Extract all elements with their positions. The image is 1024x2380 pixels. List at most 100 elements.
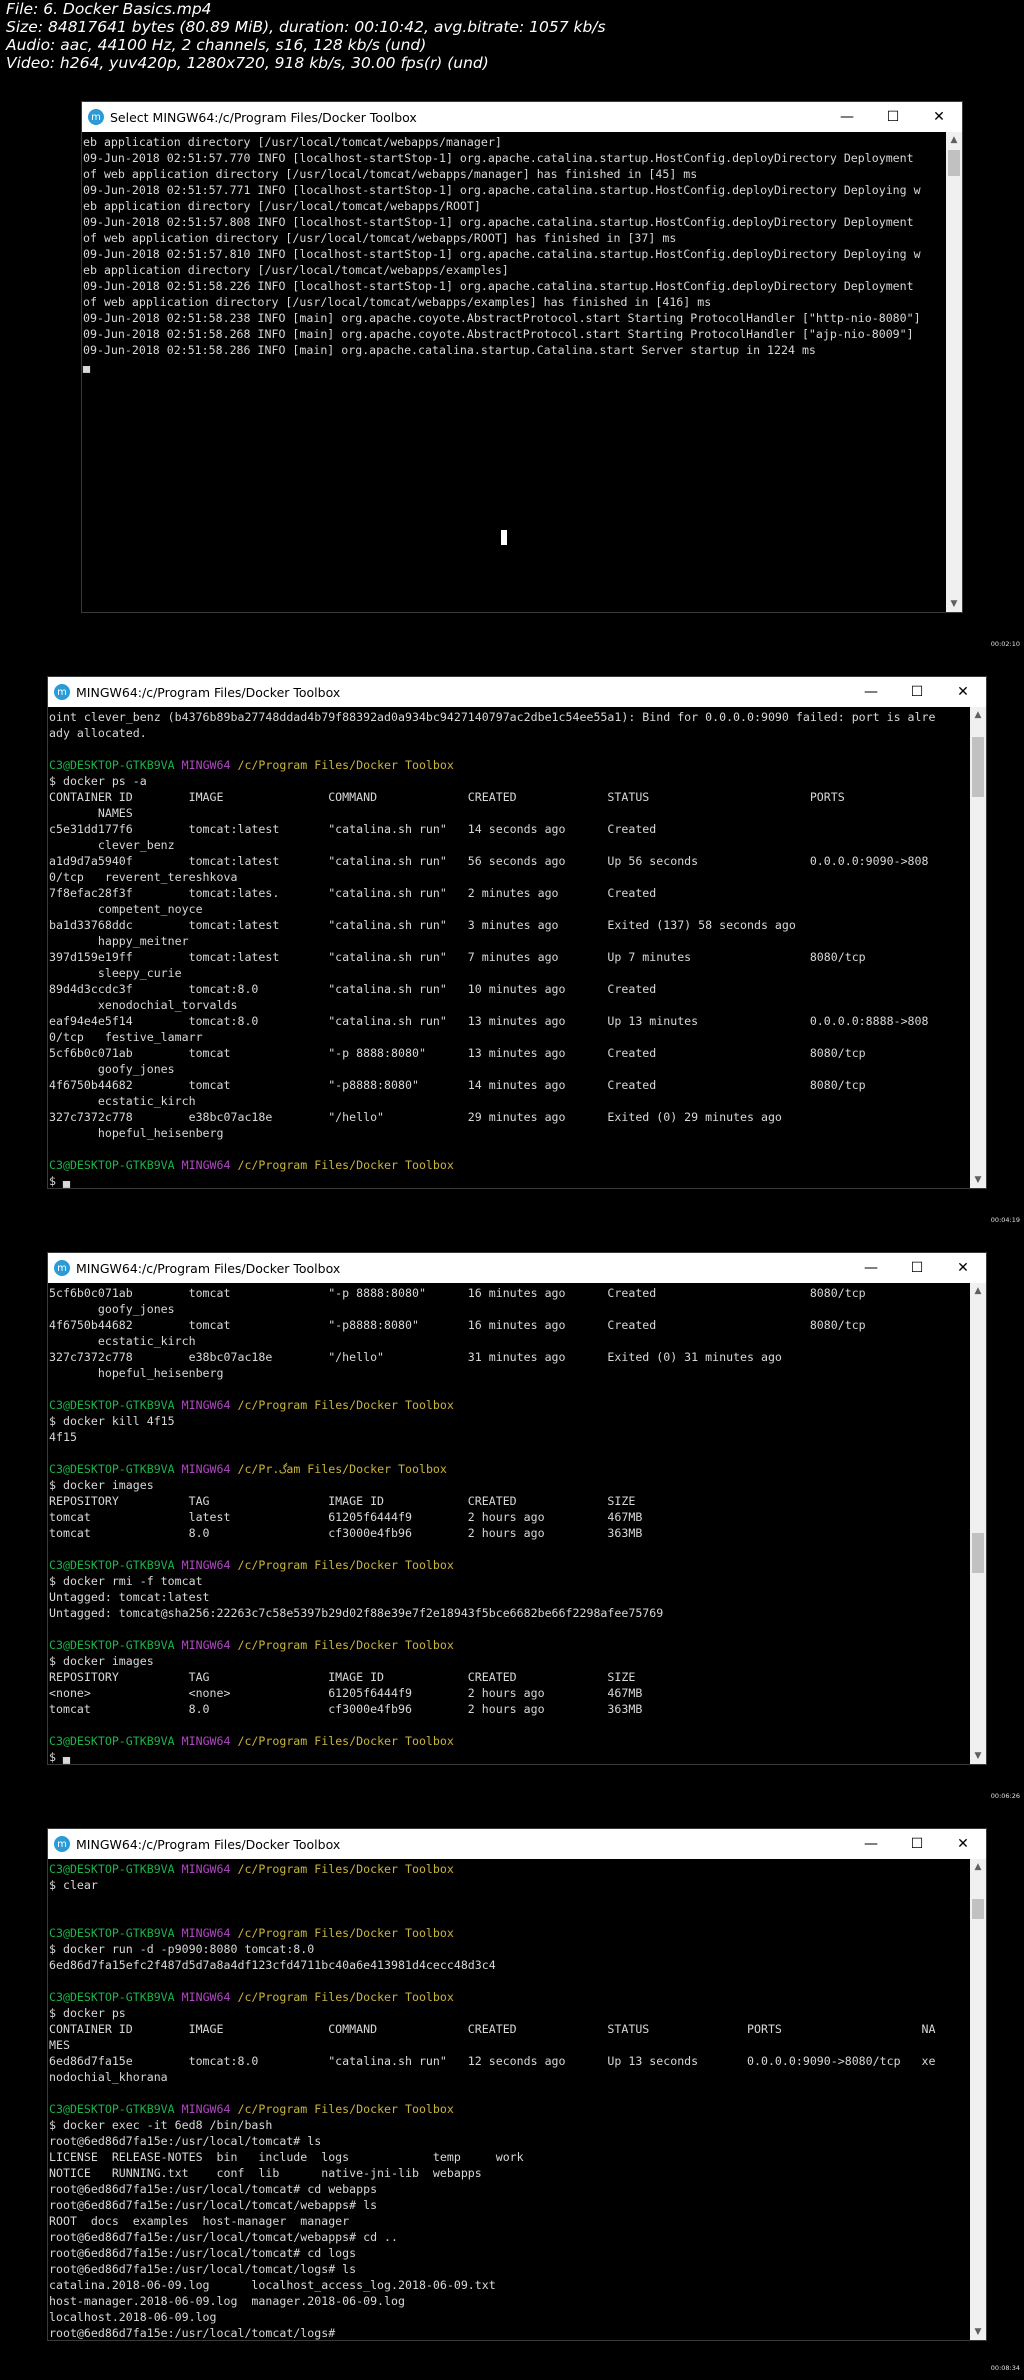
terminal-text: ROOT docs examples host-manager manager (49, 2214, 350, 2228)
terminal-line: REPOSITORY TAG IMAGE ID CREATED SIZE (48, 1669, 970, 1685)
minimize-button[interactable]: — (848, 1829, 894, 1859)
terminal-line: tomcat latest 61205f6444f9 2 hours ago 4… (48, 1509, 970, 1525)
terminal-line: 0/tcp reverent_tereshkova (48, 869, 970, 885)
terminal-line: Untagged: tomcat:latest (48, 1589, 970, 1605)
title-bar[interactable]: m Select MINGW64:/c/Program Files/Docker… (82, 102, 962, 132)
terminal-line: 09-Jun-2018 02:51:57.771 INFO [localhost… (82, 182, 946, 198)
maximize-button[interactable]: ☐ (894, 1829, 940, 1859)
terminal-text: oint clever_benz (b4376b89ba27748ddad4b7… (49, 710, 936, 724)
terminal-text: 09-Jun-2018 02:51:57.771 INFO [localhost… (83, 183, 921, 197)
prompt-user-host: C3@DESKTOP-GTKB9VA (49, 1398, 182, 1412)
terminal-text: of web application directory [/usr/local… (83, 295, 712, 309)
terminal-text: tomcat latest 61205f6444f9 2 hours ago 4… (49, 1510, 643, 1524)
terminal-text: 6ed86d7fa15e tomcat:8.0 "catalina.sh run… (49, 2054, 936, 2068)
terminal-output[interactable]: eb application directory [/usr/local/tom… (82, 134, 946, 612)
terminal-line: 89d4d3ccdc3f tomcat:8.0 "catalina.sh run… (48, 981, 970, 997)
terminal-text: $ docker ps -a (49, 774, 147, 788)
terminal-text: ady allocated. (49, 726, 147, 740)
terminal-line: ROOT docs examples host-manager manager (48, 2213, 970, 2229)
terminal-window-2[interactable]: m MINGW64:/c/Program Files/Docker Toolbo… (47, 676, 987, 1189)
terminal-line: of web application directory [/usr/local… (82, 294, 946, 310)
minimize-button[interactable]: — (848, 1253, 894, 1283)
terminal-line: $ docker images (48, 1653, 970, 1669)
terminal-output[interactable]: C3@DESKTOP-GTKB9VA MINGW64 /c/Program Fi… (48, 1861, 970, 2340)
scrollbar[interactable]: ▲ ▼ (970, 1859, 986, 2340)
title-bar[interactable]: m MINGW64:/c/Program Files/Docker Toolbo… (48, 1829, 986, 1859)
terminal-text: host-manager.2018-06-09.log manager.2018… (49, 2294, 405, 2308)
scroll-thumb[interactable] (972, 1533, 984, 1573)
terminal-line: C3@DESKTOP-GTKB9VA MINGW64 /c/Program Fi… (48, 1925, 970, 1941)
scrollbar[interactable]: ▲ ▼ (970, 707, 986, 1188)
prompt-user-host: C3@DESKTOP-GTKB9VA (49, 758, 182, 772)
terminal-line: of web application directory [/usr/local… (82, 166, 946, 182)
terminal-line: 09-Jun-2018 02:51:58.286 INFO [main] org… (82, 342, 946, 358)
terminal-text: 09-Jun-2018 02:51:57.810 INFO [localhost… (83, 247, 921, 261)
terminal-line: ady allocated. (48, 725, 970, 741)
terminal-text: eb application directory [/usr/local/tom… (83, 135, 502, 149)
terminal-line: NAMES (48, 805, 970, 821)
terminal-text: 09-Jun-2018 02:51:58.286 INFO [main] org… (83, 343, 816, 357)
terminal-line: root@6ed86d7fa15e:/usr/local/tomcat/logs… (48, 2261, 970, 2277)
scroll-down-arrow-icon[interactable]: ▼ (970, 2324, 986, 2340)
scroll-up-arrow-icon[interactable]: ▲ (946, 132, 962, 148)
terminal-line: $ docker ps -a (48, 773, 970, 789)
window-title: MINGW64:/c/Program Files/Docker Toolbox (76, 1836, 341, 1852)
scroll-up-arrow-icon[interactable]: ▲ (970, 1859, 986, 1875)
terminal-line: happy_meitner (48, 933, 970, 949)
close-button[interactable]: ✕ (940, 1829, 986, 1859)
mingw-app-icon: m (54, 684, 70, 700)
title-bar[interactable]: m MINGW64:/c/Program Files/Docker Toolbo… (48, 677, 986, 707)
terminal-line: ecstatic_kirch (48, 1093, 970, 1109)
scroll-up-arrow-icon[interactable]: ▲ (970, 1283, 986, 1299)
terminal-line: C3@DESKTOP-GTKB9VA MINGW64 /c/Program Fi… (48, 1989, 970, 2005)
scroll-down-arrow-icon[interactable]: ▼ (970, 1748, 986, 1764)
close-button[interactable]: ✕ (940, 677, 986, 707)
minimize-button[interactable]: — (848, 677, 894, 707)
scrollbar[interactable]: ▲ ▼ (970, 1283, 986, 1764)
terminal-line: root@6ed86d7fa15e:/usr/local/tomcat# ls (48, 2133, 970, 2149)
terminal-text: $ docker ps (49, 2006, 126, 2020)
terminal-output[interactable]: 5cf6b0c071ab tomcat "-p 8888:8080" 16 mi… (48, 1285, 970, 1764)
terminal-text: localhost.2018-06-09.log (49, 2310, 217, 2324)
title-bar[interactable]: m MINGW64:/c/Program Files/Docker Toolbo… (48, 1253, 986, 1283)
terminal-line: a1d9d7a5940f tomcat:latest "catalina.sh … (48, 853, 970, 869)
scroll-down-arrow-icon[interactable]: ▼ (970, 1172, 986, 1188)
scroll-thumb[interactable] (948, 150, 960, 176)
terminal-line: 327c7372c778 e38bc07ac18e "/hello" 31 mi… (48, 1349, 970, 1365)
prompt-user-host: C3@DESKTOP-GTKB9VA (49, 1862, 182, 1876)
terminal-output[interactable]: oint clever_benz (b4376b89ba27748ddad4b7… (48, 709, 970, 1188)
terminal-text: NAMES (49, 806, 133, 820)
terminal-text: 4f6750b44682 tomcat "-p8888:8080" 16 min… (49, 1318, 866, 1332)
maximize-button[interactable]: ☐ (894, 1253, 940, 1283)
prompt-user-host: C3@DESKTOP-GTKB9VA (49, 1558, 182, 1572)
terminal-window-4[interactable]: m MINGW64:/c/Program Files/Docker Toolbo… (47, 1828, 987, 2341)
scrollbar[interactable]: ▲ ▼ (946, 132, 962, 612)
video-timestamp: 00:08:34 (990, 2364, 1020, 2372)
maximize-button[interactable]: ☐ (894, 677, 940, 707)
terminal-line: $ docker ps (48, 2005, 970, 2021)
scroll-thumb[interactable] (972, 737, 984, 797)
scroll-thumb[interactable] (972, 1899, 984, 1919)
close-button[interactable]: ✕ (940, 1253, 986, 1283)
terminal-window-1[interactable]: m Select MINGW64:/c/Program Files/Docker… (81, 101, 963, 613)
minimize-button[interactable]: — (824, 102, 870, 132)
scroll-down-arrow-icon[interactable]: ▼ (946, 596, 962, 612)
prompt-shell: MINGW64 (181, 1734, 238, 1748)
terminal-window-3[interactable]: m MINGW64:/c/Program Files/Docker Toolbo… (47, 1252, 987, 1765)
scroll-up-arrow-icon[interactable]: ▲ (970, 707, 986, 723)
prompt-shell: MINGW64 (181, 1558, 238, 1572)
terminal-line: 09-Jun-2018 02:51:58.268 INFO [main] org… (82, 326, 946, 342)
terminal-text: $ docker kill 4f15 (49, 1414, 175, 1428)
maximize-button[interactable]: ☐ (870, 102, 916, 132)
terminal-line: xenodochial_torvalds (48, 997, 970, 1013)
mingw-app-icon: m (88, 109, 104, 125)
terminal-text: goofy_jones (49, 1062, 175, 1076)
terminal-line: hopeful_heisenberg (48, 1125, 970, 1141)
close-button[interactable]: ✕ (916, 102, 962, 132)
terminal-line: Untagged: tomcat@sha256:22263c7c58e5397b… (48, 1605, 970, 1621)
terminal-line: NOTICE RUNNING.txt conf lib native-jni-l… (48, 2165, 970, 2181)
